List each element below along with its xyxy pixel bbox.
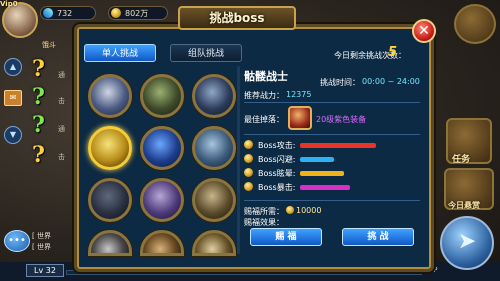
challenge-button[interactable]: 挑 战 (342, 228, 414, 246)
boss-portrait-beast-white[interactable] (88, 74, 132, 118)
boss-portrait-goblin[interactable] (192, 178, 236, 222)
quest-mark-icon[interactable]: ? (32, 84, 45, 110)
gem-value: 732 (57, 9, 73, 18)
quest-mark-icon[interactable]: ? (32, 142, 45, 168)
left-name: 饿斗 (42, 41, 56, 49)
boss-portrait-shark[interactable] (192, 74, 236, 118)
time-label: 挑战时间： (320, 78, 360, 87)
quest-mark-icon[interactable]: ? (32, 56, 45, 82)
gold-value: 802万 (125, 9, 149, 18)
collapse-up-icon[interactable]: ▲ (4, 58, 22, 76)
chat-icon[interactable]: ••• (4, 230, 30, 252)
boss-name: 骷髅战士 (244, 70, 288, 83)
left-text: 击 (58, 97, 65, 105)
stat-bar-stun (300, 171, 344, 176)
grid-scrollbar[interactable] (237, 66, 240, 254)
map-icon[interactable] (454, 4, 496, 44)
crit-icon (244, 182, 253, 191)
drop-label: 最佳掉落： (244, 115, 284, 124)
dodge-icon (244, 154, 253, 163)
tab-team-challenge[interactable]: 组队挑战 (170, 44, 242, 62)
collapse-down-icon[interactable]: ▼ (4, 126, 22, 144)
divider (244, 200, 420, 201)
stat-bar-attack (300, 143, 376, 148)
stat-label: Boss眩晕: (258, 169, 296, 178)
boss-portrait-skeleton-warrior[interactable] (88, 126, 132, 170)
boss-portrait-orc[interactable] (140, 74, 184, 118)
gem-icon (40, 5, 56, 21)
stat-bar-dodge (300, 157, 334, 162)
chat-line: [ 世界 (32, 232, 51, 240)
remaining-value: 5 (388, 45, 398, 60)
bless-button[interactable]: 赐 福 (250, 228, 322, 246)
coin-icon (111, 8, 121, 18)
divider (244, 102, 420, 103)
left-text: 通 (58, 71, 65, 79)
bless-effect-label: 赐福效果： (244, 218, 284, 227)
stat-bar-crit (300, 185, 350, 190)
boss-portrait-wolf[interactable] (140, 126, 184, 170)
gem-counter: 732 (40, 5, 96, 21)
vip-badge: Vip0 (0, 0, 18, 8)
stat-label: Boss闪避: (258, 155, 296, 164)
boss-portrait-partial[interactable] (192, 230, 236, 256)
sword-icon (244, 140, 253, 149)
left-text: 通 (58, 125, 65, 133)
power-label: 推荐战力： (244, 91, 284, 100)
coin-icon (286, 206, 294, 214)
stun-icon (244, 168, 253, 177)
boss-portrait-partial[interactable] (140, 230, 184, 256)
tab-solo-challenge[interactable]: 单人挑战 (84, 44, 156, 62)
close-icon[interactable]: ✕ (412, 19, 436, 43)
drop-value: 20级紫色装备 (316, 115, 367, 124)
gold-counter: 802万 (108, 6, 168, 20)
bless-cost-label: 赐福所需： (244, 207, 284, 216)
stat-label: Boss攻击: (258, 141, 296, 150)
boss-portrait-skull-knight[interactable] (140, 178, 184, 222)
level-badge: Lv 32 (26, 264, 64, 277)
chat-line: [ 世界 (32, 243, 51, 251)
dialog-title: 挑战boss (178, 6, 296, 30)
quest-mark-icon[interactable]: ? (32, 112, 45, 138)
boss-portrait-golem[interactable] (192, 126, 236, 170)
bless-cost-value: 10000 (296, 206, 322, 215)
boss-portrait-partial[interactable] (88, 230, 132, 256)
daily-bounty-label: 今日悬赏 (448, 201, 480, 210)
stat-label: Boss暴击: (258, 183, 296, 192)
mail-icon[interactable]: ✉ (4, 90, 22, 106)
left-text: 击 (58, 153, 65, 161)
divider (244, 134, 420, 135)
time-value: 00:00 ~ 24:00 (362, 77, 420, 86)
boss-portrait-shadow[interactable] (88, 178, 132, 222)
task-menu-label: 任务 (452, 155, 471, 165)
boss-info-panel: 骷髅战士 挑战时间： 00:00 ~ 24:00 推荐战力： 12375 最佳掉… (244, 64, 424, 254)
power-value: 12375 (286, 90, 312, 99)
move-arrow-icon[interactable]: ➤ (440, 216, 494, 270)
gear-reward-icon[interactable] (288, 106, 312, 130)
boss-grid (84, 66, 236, 256)
